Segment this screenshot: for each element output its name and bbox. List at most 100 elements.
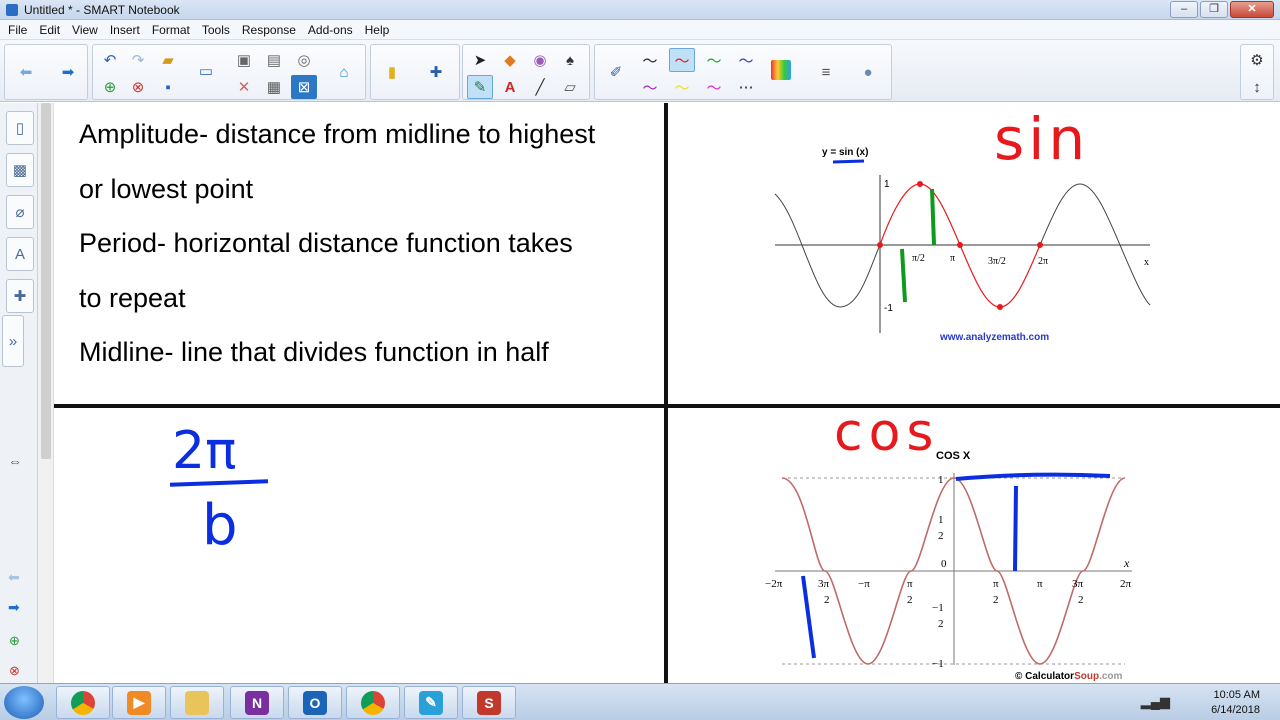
tools-group: ➤ ◆ ◉ ♠ ✎ A ╱ ▱ bbox=[462, 44, 590, 100]
add-page-icon[interactable]: ⊕ bbox=[97, 75, 123, 99]
pen-type-icon[interactable]: ✐ bbox=[603, 60, 629, 84]
cosine-y-tick-neg-half-num: −1 bbox=[932, 602, 944, 614]
menu-insert[interactable]: Insert bbox=[110, 23, 140, 37]
windows-taskbar: ▶ N O ✎ S ▂▄▆ 10:05 AM 6/14/2018 bbox=[0, 683, 1280, 720]
window-controls: – ❐ ✕ bbox=[1170, 1, 1274, 19]
cosine-x-tick-pi2-num: π bbox=[993, 578, 999, 590]
sidebar-prev-icon[interactable]: ⬅ bbox=[8, 569, 20, 586]
maximize-button[interactable]: ❐ bbox=[1200, 1, 1228, 18]
cosine-y-tick-neg-half-den: 2 bbox=[938, 618, 944, 630]
shapes-icon[interactable]: ◆ bbox=[497, 48, 523, 72]
taskbar-onenote[interactable]: N bbox=[230, 686, 284, 719]
eraser-icon[interactable]: ▱ bbox=[557, 75, 583, 99]
resize-arrows-icon[interactable]: ⇔ bbox=[8, 453, 22, 469]
onenote-icon: N bbox=[245, 690, 269, 715]
save-icon[interactable]: ▪ bbox=[155, 75, 181, 99]
page-scrollbar[interactable] bbox=[38, 103, 54, 683]
page-sorter-icon[interactable]: ▯ bbox=[6, 111, 34, 145]
line-thickness-icon[interactable]: ≡ bbox=[813, 60, 839, 84]
horizontal-divider-line bbox=[54, 404, 1280, 408]
addons-puzzle-icon[interactable]: ✚ bbox=[423, 60, 449, 84]
properties-tab-icon[interactable]: A bbox=[6, 237, 34, 271]
pen-style-purple-icon[interactable]: 〜 bbox=[637, 75, 663, 99]
handwritten-b: b bbox=[202, 493, 238, 558]
menu-view[interactable]: View bbox=[72, 23, 98, 37]
start-button[interactable] bbox=[4, 686, 44, 719]
sidebar-delete-page-icon[interactable]: ⊗ bbox=[9, 663, 20, 679]
pen-style-yellow-icon[interactable]: 〜 bbox=[669, 75, 695, 99]
attachments-paperclip-icon[interactable]: ⌀ bbox=[6, 195, 34, 229]
pen-style-magenta-icon[interactable]: 〜 bbox=[701, 75, 727, 99]
taskbar-chrome-profile[interactable] bbox=[346, 686, 400, 719]
menu-addons[interactable]: Add-ons bbox=[308, 23, 353, 37]
menu-edit[interactable]: Edit bbox=[39, 23, 60, 37]
menu-help[interactable]: Help bbox=[365, 23, 390, 37]
amplitude-mark-green bbox=[930, 188, 936, 246]
delete-icon[interactable]: ✕ bbox=[231, 75, 257, 99]
taskbar-outlook[interactable]: O bbox=[288, 686, 342, 719]
gear-icon[interactable]: ⚙ bbox=[1244, 48, 1270, 72]
handwritten-2pi: 2π bbox=[172, 421, 237, 481]
gallery-icon[interactable]: ▮ bbox=[379, 60, 405, 84]
gallery-tab-icon[interactable]: ▩ bbox=[6, 153, 34, 187]
window-title: Untitled * - SMART Notebook bbox=[24, 3, 180, 17]
taskbar-chrome[interactable] bbox=[56, 686, 110, 719]
previous-page-icon[interactable]: ⬅ bbox=[13, 60, 39, 84]
notebook-page[interactable]: Amplitude- distance from midline to high… bbox=[54, 103, 1280, 683]
cosine-y-tick-half-num: 1 bbox=[938, 514, 944, 526]
midline-line: Midline- line that divides function in h… bbox=[79, 337, 549, 367]
menu-file[interactable]: File bbox=[8, 23, 27, 37]
scrollbar-thumb[interactable] bbox=[41, 103, 51, 459]
table-icon[interactable]: ▦ bbox=[261, 75, 287, 99]
screen-shade-icon[interactable]: ▤ bbox=[261, 48, 287, 72]
pen-style-blue-icon[interactable]: 〜 bbox=[733, 48, 759, 72]
sidebar-next-icon[interactable]: ➡ bbox=[8, 599, 20, 616]
taskbar-media-player[interactable]: ▶ bbox=[112, 686, 166, 719]
menu-tools[interactable]: Tools bbox=[202, 23, 230, 37]
text-icon[interactable]: A bbox=[497, 75, 523, 99]
definitions-text[interactable]: Amplitude- distance from midline to high… bbox=[79, 107, 669, 380]
menu-response[interactable]: Response bbox=[242, 23, 296, 37]
taskbar-file-explorer[interactable] bbox=[170, 686, 224, 719]
pens-icon[interactable]: ✎ bbox=[467, 75, 493, 99]
zoom-icon[interactable]: ◎ bbox=[291, 48, 317, 72]
cosine-y-tick-1: 1 bbox=[938, 474, 944, 486]
redo-icon[interactable]: ↷ bbox=[125, 48, 151, 72]
addons-tab-icon[interactable]: ✚ bbox=[6, 279, 34, 313]
full-screen-icon[interactable]: ⊠ bbox=[291, 75, 317, 99]
document-camera-icon[interactable]: ⌂ bbox=[331, 60, 357, 84]
delete-page-icon[interactable]: ⊗ bbox=[125, 75, 151, 99]
color-palette-icon[interactable] bbox=[771, 60, 791, 80]
taskbar-snagit[interactable]: S bbox=[462, 686, 516, 719]
minimize-button[interactable]: – bbox=[1170, 1, 1198, 18]
title-bar: Untitled * - SMART Notebook – ❐ ✕ bbox=[0, 0, 1280, 20]
period-line-1: Period- horizontal distance function tak… bbox=[79, 228, 573, 258]
sidebar-add-page-icon[interactable]: ⊕ bbox=[9, 633, 20, 649]
network-signal-icon[interactable]: ▂▄▆ bbox=[1141, 694, 1170, 710]
magic-pen-icon[interactable]: ◉ bbox=[527, 48, 553, 72]
taskbar-smart-notebook[interactable]: ✎ bbox=[404, 686, 458, 719]
pen-style-black-icon[interactable]: 〜 bbox=[637, 48, 663, 72]
transparency-icon[interactable]: ● bbox=[855, 60, 881, 84]
menu-format[interactable]: Format bbox=[152, 23, 190, 37]
screen-display-icon[interactable]: ▭ bbox=[193, 59, 219, 83]
undo-icon[interactable]: ↶ bbox=[97, 48, 123, 72]
snagit-icon: S bbox=[477, 690, 501, 715]
smart-notebook-icon: ✎ bbox=[419, 690, 443, 715]
pen-style-dashed-icon[interactable]: ⋯ bbox=[733, 75, 759, 99]
move-toolbar-icon[interactable]: ↕ bbox=[1244, 75, 1270, 99]
lines-icon[interactable]: ╱ bbox=[527, 75, 553, 99]
fill-icon[interactable]: ♠ bbox=[557, 48, 583, 72]
paste-icon[interactable]: ▣ bbox=[231, 48, 257, 72]
system-clock[interactable]: 10:05 AM 6/14/2018 bbox=[1211, 688, 1260, 718]
cosine-y-tick-half-den: 2 bbox=[938, 530, 944, 542]
chrome-profile-icon bbox=[361, 690, 385, 715]
collapse-sidebar-icon[interactable]: » bbox=[2, 315, 24, 367]
select-arrow-icon[interactable]: ➤ bbox=[467, 48, 493, 72]
next-page-icon[interactable]: ➡ bbox=[55, 60, 81, 84]
open-file-icon[interactable]: ▰ bbox=[155, 48, 181, 72]
close-button[interactable]: ✕ bbox=[1230, 1, 1274, 18]
pen-style-green-icon[interactable]: 〜 bbox=[701, 48, 727, 72]
pen-style-red-icon[interactable]: 〜 bbox=[669, 48, 695, 72]
cosine-amplitude-blue-left bbox=[801, 575, 816, 659]
